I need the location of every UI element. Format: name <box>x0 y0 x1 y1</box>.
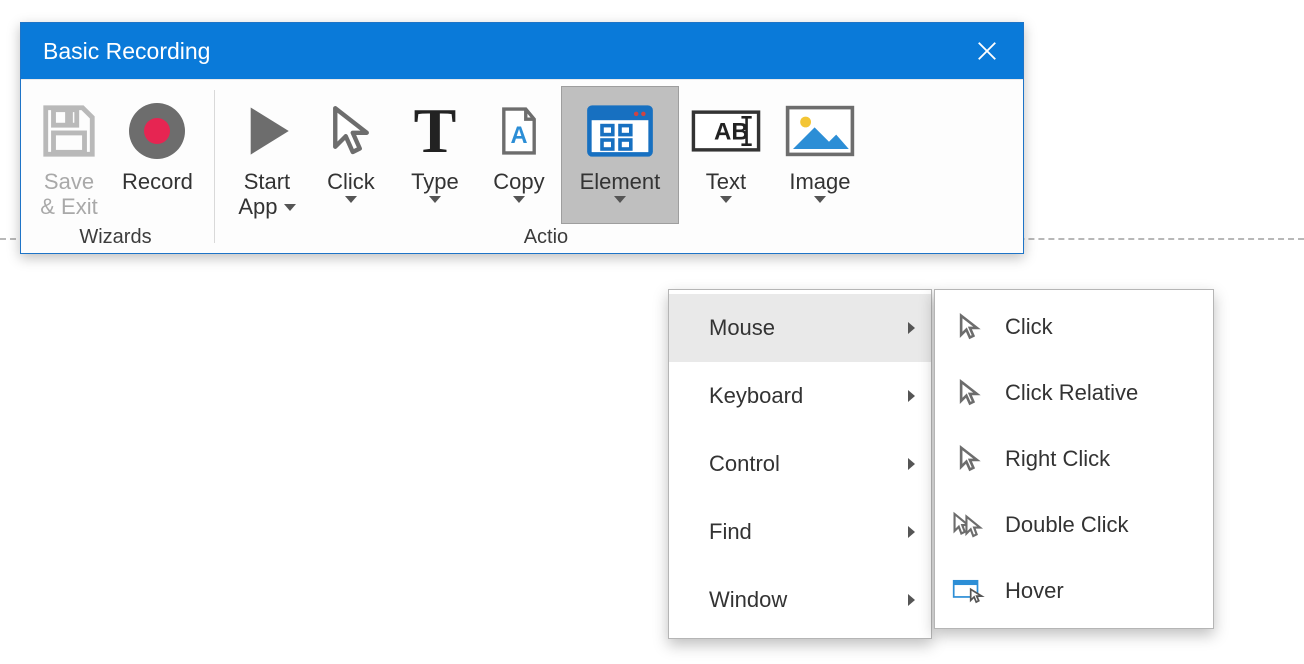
submenu-click-label: Click <box>1005 314 1053 340</box>
type-icon: T <box>414 99 457 163</box>
element-button[interactable]: Element <box>561 86 679 224</box>
submenu-hover[interactable]: Hover <box>935 558 1213 624</box>
submenu-click-relative[interactable]: Click Relative <box>935 360 1213 426</box>
menu-item-control[interactable]: Control <box>669 430 931 498</box>
text-label: Text <box>706 169 746 194</box>
submenu-click[interactable]: Click <box>935 294 1213 360</box>
ribbon-divider <box>214 90 215 243</box>
menu-item-find-label: Find <box>709 519 878 545</box>
record-label: Record <box>122 169 193 194</box>
caret-down-icon <box>720 196 732 203</box>
start-app-line2: App <box>238 194 277 219</box>
mouse-submenu: Click Click Relative Right Click Double … <box>934 289 1214 629</box>
menu-item-window[interactable]: Window <box>669 566 931 634</box>
chevron-right-icon <box>908 526 915 538</box>
click-label: Click <box>327 169 375 194</box>
caret-down-icon <box>284 204 296 211</box>
image-icon <box>784 103 856 159</box>
basic-recording-window: Basic Recording <box>20 22 1024 254</box>
group-wizards: Save & Exit Record <box>21 80 210 253</box>
type-button[interactable]: T Type <box>393 86 477 224</box>
cursor-icon <box>949 441 989 477</box>
save-exit-line1: Save <box>44 169 94 194</box>
submenu-double-click-label: Double Click <box>1005 512 1129 538</box>
image-button[interactable]: Image <box>773 86 867 224</box>
svg-text:AB: AB <box>714 119 749 146</box>
caret-down-icon <box>814 196 826 203</box>
copy-doc-icon: A <box>492 99 546 163</box>
element-dropdown-menu: Mouse Keyboard Control Find Window <box>668 289 932 639</box>
click-button[interactable]: Click <box>309 86 393 224</box>
close-button[interactable] <box>965 29 1009 73</box>
chevron-right-icon <box>908 458 915 470</box>
group-actions-label: Actio <box>524 226 568 249</box>
menu-item-mouse-label: Mouse <box>709 315 878 341</box>
start-app-line1: Start <box>244 169 290 194</box>
ribbon: Save & Exit Record <box>21 79 1023 253</box>
titlebar: Basic Recording <box>21 23 1023 79</box>
chevron-right-icon <box>908 594 915 606</box>
hover-icon <box>949 573 989 609</box>
submenu-hover-label: Hover <box>1005 578 1064 604</box>
menu-item-keyboard[interactable]: Keyboard <box>669 362 931 430</box>
record-button[interactable]: Record <box>111 86 204 224</box>
submenu-right-click-label: Right Click <box>1005 446 1110 472</box>
save-exit-line2: & Exit <box>40 194 97 219</box>
menu-item-find[interactable]: Find <box>669 498 931 566</box>
double-cursor-icon <box>949 507 989 543</box>
submenu-double-click[interactable]: Double Click <box>935 492 1213 558</box>
save-icon <box>38 100 100 162</box>
image-label: Image <box>789 169 850 194</box>
text-button[interactable]: AB Text <box>679 86 773 224</box>
save-exit-button[interactable]: Save & Exit <box>27 86 111 224</box>
start-app-button[interactable]: Start App <box>225 86 309 224</box>
menu-item-control-label: Control <box>709 451 878 477</box>
cursor-icon <box>949 309 989 345</box>
menu-item-window-label: Window <box>709 587 878 613</box>
cursor-icon <box>323 100 379 162</box>
svg-text:A: A <box>510 123 527 149</box>
menu-item-keyboard-label: Keyboard <box>709 383 878 409</box>
menu-item-mouse[interactable]: Mouse <box>669 294 931 362</box>
record-icon <box>125 99 189 163</box>
cursor-icon <box>949 375 989 411</box>
copy-button[interactable]: A Copy <box>477 86 561 224</box>
text-icon: AB <box>690 106 762 156</box>
submenu-right-click[interactable]: Right Click <box>935 426 1213 492</box>
submenu-click-relative-label: Click Relative <box>1005 380 1138 406</box>
chevron-right-icon <box>908 390 915 402</box>
window-title: Basic Recording <box>43 38 965 65</box>
play-icon <box>238 99 296 163</box>
close-icon <box>976 40 998 62</box>
chevron-right-icon <box>908 322 915 334</box>
element-icon <box>584 100 656 162</box>
copy-label: Copy <box>493 169 544 194</box>
type-label: Type <box>411 169 459 194</box>
group-wizards-label: Wizards <box>79 226 151 249</box>
element-label: Element <box>580 169 661 194</box>
caret-down-icon <box>614 196 626 203</box>
group-actions: Start App Click <box>219 80 873 253</box>
caret-down-icon <box>429 196 441 203</box>
caret-down-icon <box>513 196 525 203</box>
caret-down-icon <box>345 196 357 203</box>
